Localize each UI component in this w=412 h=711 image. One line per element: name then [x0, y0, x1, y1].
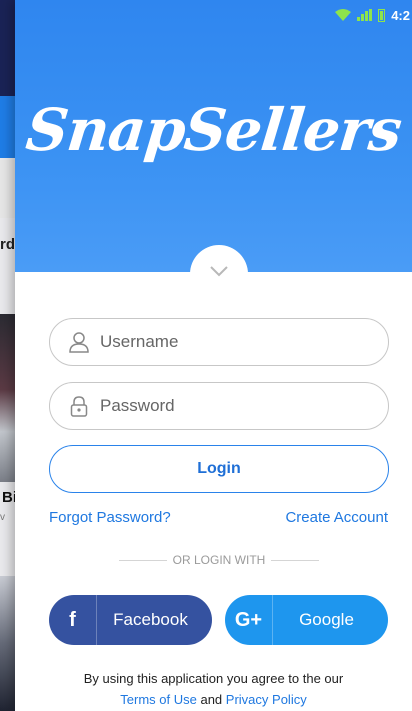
wifi-icon [335, 9, 352, 21]
terms-of-use-link[interactable]: Terms of Use [120, 692, 197, 707]
hero-banner: 4:2 SnapSellers [15, 0, 412, 272]
terms-and-text: and [200, 692, 223, 707]
collapse-toggle[interactable] [190, 245, 248, 303]
background-sublabel: v [0, 512, 5, 523]
password-field[interactable] [49, 382, 389, 430]
terms-text: By using this application you agree to t… [83, 671, 344, 686]
facebook-icon: f [49, 595, 97, 645]
login-card: 4:2 SnapSellers Login Forgot Password? C… [15, 0, 412, 711]
google-label: Google [299, 610, 354, 629]
chevron-down-icon [210, 266, 228, 277]
divider-line [119, 559, 167, 561]
privacy-policy-link[interactable]: Privacy Policy [226, 692, 307, 707]
facebook-login-button[interactable]: f Facebook [49, 595, 212, 645]
status-time: 4:2 [391, 7, 410, 23]
battery-icon [378, 8, 386, 22]
facebook-label: Facebook [113, 610, 188, 629]
login-button[interactable]: Login [49, 445, 389, 493]
google-login-button[interactable]: G+ Google [225, 595, 388, 645]
divider-line [271, 559, 320, 561]
or-login-divider: OR LOGIN WITH [119, 552, 320, 568]
forgot-password-link[interactable]: Forgot Password? [49, 509, 171, 526]
google-plus-icon: G+ [225, 595, 273, 645]
app-logo: SnapSellers [22, 96, 405, 164]
terms-notice: By using this application you agree to t… [15, 668, 412, 710]
terms-links: Terms of Use and Privacy Policy [15, 689, 412, 710]
divider-text: OR LOGIN WITH [172, 553, 266, 567]
user-icon [69, 332, 89, 353]
background-label: rd [0, 236, 15, 253]
signal-icon [357, 9, 373, 21]
status-bar: 4:2 [335, 0, 412, 30]
lock-icon [70, 396, 88, 417]
create-account-link[interactable]: Create Account [285, 509, 388, 526]
username-field[interactable] [49, 318, 389, 366]
password-input[interactable] [100, 396, 340, 416]
username-input[interactable] [100, 332, 340, 352]
